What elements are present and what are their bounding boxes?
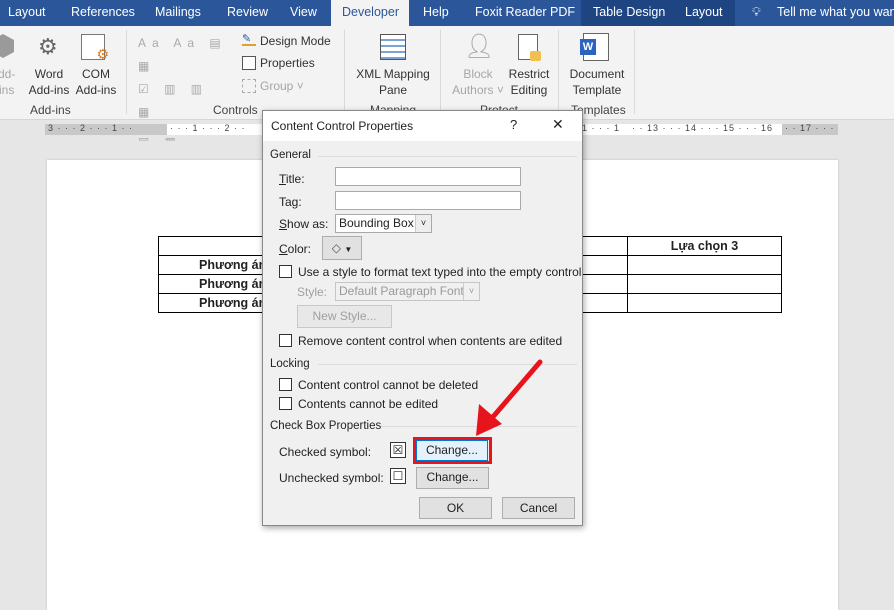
annotation-arrow — [476, 359, 543, 436]
arrow-shaft — [489, 359, 543, 421]
